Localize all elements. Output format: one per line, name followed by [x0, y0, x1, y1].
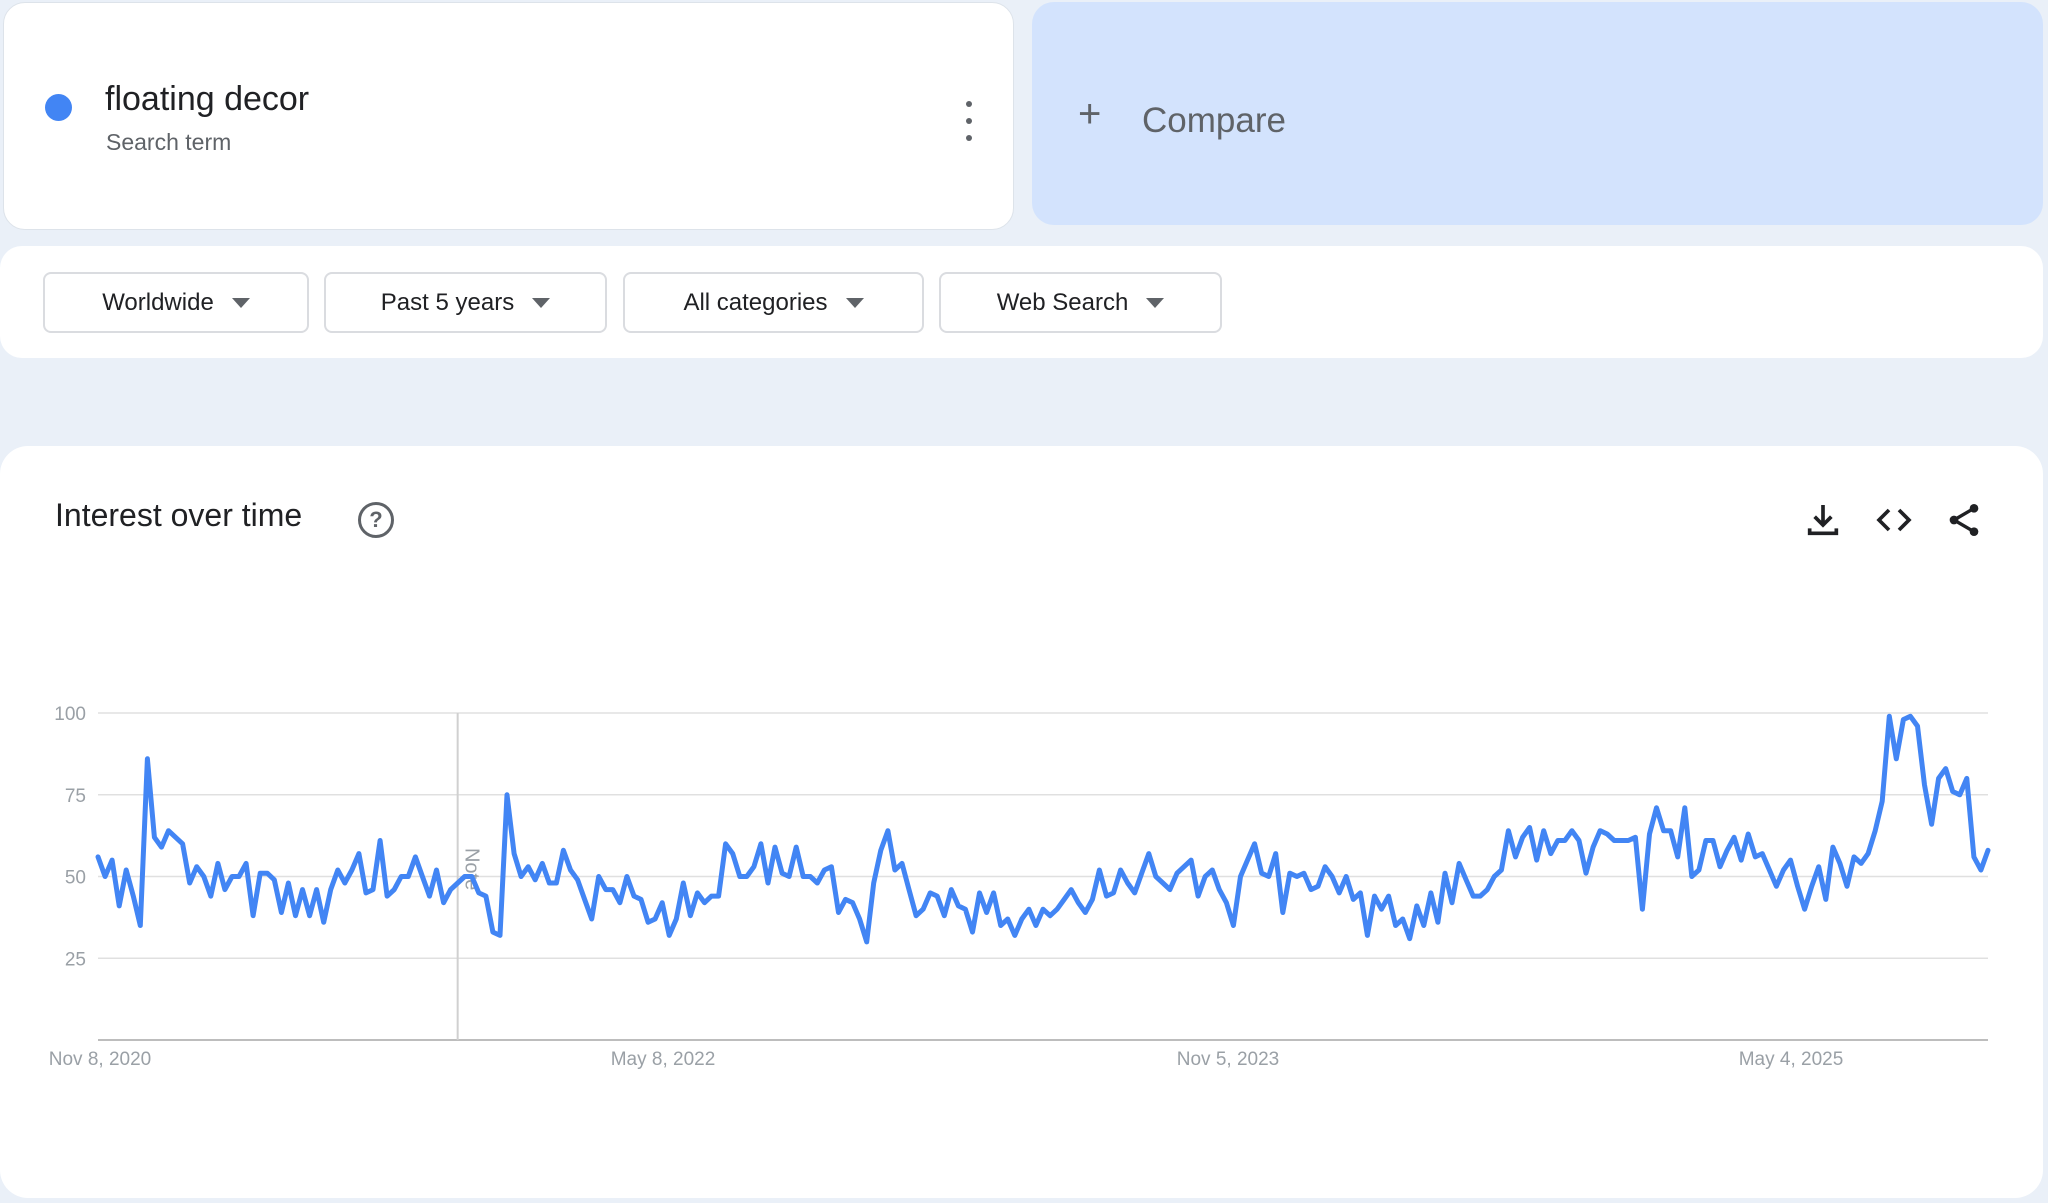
- search-type-filter-label: Web Search: [996, 288, 1129, 316]
- category-filter-label: All categories: [683, 288, 828, 316]
- chart-title: Interest over time: [55, 497, 303, 533]
- time-range-filter[interactable]: Past 5 years: [324, 272, 607, 333]
- compare-button[interactable]: + Compare: [1032, 2, 2043, 225]
- download-icon[interactable]: [1803, 500, 1843, 540]
- search-term-card: floating decor Search term: [3, 2, 1014, 230]
- embed-code-icon[interactable]: [1874, 500, 1914, 540]
- region-filter-label: Worldwide: [102, 288, 214, 316]
- term-color-dot: [45, 94, 72, 121]
- search-type-filter[interactable]: Web Search: [939, 272, 1222, 333]
- share-icon[interactable]: [1944, 500, 1984, 540]
- more-options-icon[interactable]: [954, 101, 984, 141]
- filter-bar: Worldwide Past 5 years All categories We…: [0, 246, 2043, 358]
- time-range-filter-label: Past 5 years: [380, 288, 515, 316]
- search-term-name[interactable]: floating decor: [105, 80, 309, 119]
- search-term-subtitle: Search term: [106, 129, 232, 155]
- dropdown-caret-icon: [231, 297, 250, 308]
- region-filter[interactable]: Worldwide: [43, 272, 309, 333]
- compare-label: Compare: [1142, 101, 1286, 140]
- plus-icon: +: [1078, 92, 1102, 136]
- help-icon[interactable]: ?: [358, 502, 394, 538]
- dropdown-caret-icon: [532, 297, 551, 308]
- dropdown-caret-icon: [1146, 297, 1165, 308]
- interest-over-time-card: Interest over time: [0, 446, 2043, 1198]
- category-filter[interactable]: All categories: [623, 272, 924, 333]
- dropdown-caret-icon: [845, 297, 864, 308]
